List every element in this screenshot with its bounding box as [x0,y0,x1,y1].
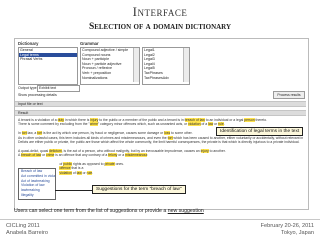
grammar-item[interactable]: Nominalizations [81,76,139,81]
output-type-field[interactable]: Exhibit text [37,85,80,92]
slide-title: Interface [132,4,188,19]
show-processing-label[interactable]: Show processing details [18,93,57,97]
suggestions-list[interactable]: Breach of law Act committed in violation… [18,168,56,200]
dictionary-item[interactable]: Phrasal Verbs [19,57,77,62]
grammar-scrollbar[interactable] [133,48,139,82]
footer-dates: February 20-26, 2011 [260,223,314,229]
input-section-bar[interactable]: Input file or text [15,101,306,107]
caption: Users can select one term from the list … [14,208,204,214]
callout-arrow [55,190,92,191]
footer-left: CICLing 2011 Anabela Barreiro [6,223,48,237]
suggestion-item[interactable]: Illegality [19,193,55,198]
grammar-label: Grammar [80,41,99,46]
suggestions-callout: Suggestions for the term "breach of law" [92,185,186,194]
slide-subtitle: Selection of a domain dictionary [88,22,232,32]
footer-divider [0,219,320,220]
footer-right: February 20-26, 2011 Tokyo, Japan [261,223,314,237]
caption-link: new suggestion [167,208,204,214]
dictionary-label: Dictionary [18,41,39,46]
result-section-bar[interactable]: Result [15,110,306,116]
grammar-list[interactable]: Compound adjective / simple Compound nou… [80,47,140,85]
footer-author: Anabela Barreiro [6,230,48,236]
output-type-label: Output type [18,86,37,90]
footer-conference: CICLing 2011 [6,223,40,229]
footer-location: Tokyo, Japan [281,230,314,236]
legal-terms-callout: Identification of legal terms in the tex… [216,127,304,136]
process-results-button[interactable]: Process results [273,91,305,99]
resource-scrollbar[interactable] [183,48,189,82]
application-screenshot: Dictionary Grammar General Legal terms P… [14,38,309,210]
caption-text: Users can select one term from the list … [14,208,168,214]
suggestion-item[interactable]: Act committed in violation of law [19,174,55,179]
dictionary-list[interactable]: General Legal terms Phrasal Verbs [18,47,78,85]
